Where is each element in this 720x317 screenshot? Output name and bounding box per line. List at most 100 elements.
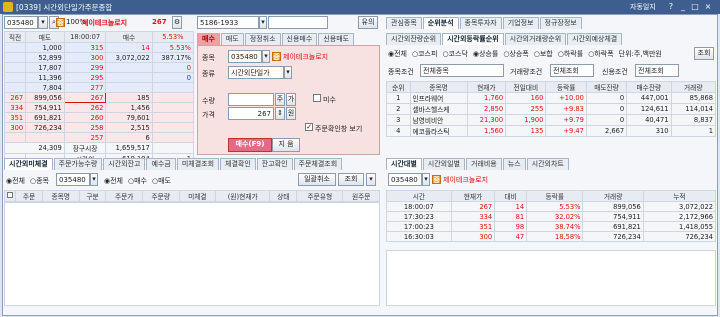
ask-price[interactable]: 299 <box>63 62 107 73</box>
search-button[interactable]: 조회 <box>694 47 714 60</box>
filter-code-dropdown-icon[interactable]: ▾ <box>90 173 98 186</box>
query-next-icon[interactable]: ▾ <box>366 173 376 186</box>
notice-button[interactable]: 유의 <box>358 16 378 29</box>
bid-price[interactable]: 262 <box>63 102 107 113</box>
cond2-select[interactable] <box>550 64 594 77</box>
qty-max-button[interactable]: 가 <box>286 93 296 106</box>
cond1-select[interactable] <box>420 64 504 77</box>
tab-deposit[interactable]: 예수금 <box>146 158 176 170</box>
price-spin[interactable]: ⇕ <box>275 107 285 120</box>
qty-input[interactable] <box>228 93 274 106</box>
table-row[interactable]: 16:30:03 300 47 18.58% 726,234 726,234 <box>386 231 717 242</box>
table-row[interactable]: 18:00:07 267 14 5.53% 899,056 3,072,022 <box>386 201 717 212</box>
type-dropdown-icon[interactable]: ▾ <box>284 66 292 79</box>
ask-price[interactable]: 315 <box>63 42 107 53</box>
help-icon[interactable]: ? <box>666 2 676 11</box>
ask-price[interactable]: 277 <box>63 82 107 93</box>
subtab-expected[interactable]: 시간외예상체결 <box>567 33 623 45</box>
cancel-all-button[interactable]: 일괄취소 <box>298 173 336 186</box>
account-input[interactable] <box>197 16 259 29</box>
tab-fill-check[interactable]: 체결확인 <box>220 158 256 170</box>
tab-sell[interactable]: 매도 <box>220 33 244 45</box>
order-code-input[interactable] <box>228 50 262 63</box>
table-row[interactable]: 17:30:23 334 81 32.02% 754,911 2,172,966 <box>386 211 717 222</box>
filter-flat[interactable]: ○보합 <box>534 49 553 59</box>
select-all-checkbox[interactable] <box>7 192 13 198</box>
cond3-select[interactable] <box>635 64 679 77</box>
time-code-input[interactable] <box>388 173 422 186</box>
filter-kosdaq[interactable]: ○코스닥 <box>442 49 467 59</box>
radio2-buy[interactable]: ○매수 <box>128 176 147 186</box>
col-order-price: 주문가 <box>105 190 143 202</box>
table-row[interactable]: 17:00:23 351 98 38.74% 691,821 1,418,055 <box>386 221 717 232</box>
title-bar: [0339] 시간외단일가주문종합 자동일지 ? _ □ × <box>0 0 720 14</box>
order-type-select[interactable] <box>228 66 284 79</box>
tab-credit-sell[interactable]: 신용매도 <box>318 33 355 45</box>
tab-balance-check[interactable]: 잔고확인 <box>256 158 293 170</box>
code-dropdown-icon[interactable]: ▾ <box>38 16 48 29</box>
tab-watchlist[interactable]: 관심종목 <box>386 17 422 29</box>
ranking-table: 순위 종목명 현재가 전일대비 등락률 매도잔량 매수잔량 거래량 1 인프라웨어… <box>386 81 717 137</box>
tab-buy[interactable]: 매수 <box>197 33 220 45</box>
tab-credit-buy[interactable]: 신용매수 <box>281 33 318 45</box>
gear-icon[interactable]: ⚙ <box>172 16 182 29</box>
tab-unfilled-query[interactable]: 미체결조회 <box>176 158 220 170</box>
radio2-sell[interactable]: ○매도 <box>152 176 171 186</box>
clear-button[interactable]: 지 움 <box>272 138 300 152</box>
tab-company[interactable]: 기업정보 <box>502 17 539 29</box>
filter-rise-amount[interactable]: ○상승폭 <box>503 49 528 59</box>
minimize-icon[interactable]: _ <box>678 2 688 11</box>
subtab-volume[interactable]: 시간외거래량순위 <box>504 33 567 45</box>
tab-news[interactable]: 뉴스 <box>502 158 526 170</box>
bid-price[interactable]: 257 <box>63 132 107 143</box>
autosave-button[interactable]: 자동일지 <box>630 2 656 12</box>
subtab-change[interactable]: 시간외등락률순위 <box>442 33 504 45</box>
bid-price[interactable]: 260 <box>63 112 107 123</box>
subtab-remain[interactable]: 시간외잔량순위 <box>386 33 442 45</box>
tab-cost[interactable]: 거래비용 <box>465 158 502 170</box>
bid-price[interactable]: 258 <box>63 122 107 133</box>
misu-checkbox[interactable] <box>313 94 321 102</box>
bid-qty: 2,515 <box>105 122 153 133</box>
maximize-icon[interactable]: □ <box>690 2 700 11</box>
tab-investor[interactable]: 종목투자자 <box>459 17 502 29</box>
table-row[interactable]: 4 에코플라스틱 1,560 135 +9.47 2,667 310 1 <box>386 125 717 137</box>
confirm-checkbox[interactable]: ✓ <box>305 123 313 131</box>
tab-regular[interactable]: 정규장정보 <box>539 17 582 29</box>
ask-price[interactable]: 300 <box>63 52 107 63</box>
order-code-dropdown-icon[interactable]: ▾ <box>262 50 270 63</box>
bid-price[interactable]: 267 <box>63 92 107 103</box>
stock-code-input[interactable] <box>4 16 38 29</box>
tab-daily[interactable]: 시간외일별 <box>422 158 465 170</box>
ask-qty: 1,000 <box>25 42 65 53</box>
close-icon[interactable]: × <box>703 2 713 11</box>
tab-orderable[interactable]: 주문가능수량 <box>53 158 103 170</box>
ask-price[interactable]: 295 <box>63 72 107 83</box>
filter-fall-amount[interactable]: ○하락폭 <box>588 49 613 59</box>
time-code-dropdown-icon[interactable]: ▾ <box>422 173 430 186</box>
table-row[interactable]: 2 셀바스헬스케 2,850 255 +9.83 0 124,611 114,014 <box>386 103 717 115</box>
buy-button[interactable]: 매수(F9) <box>228 138 272 152</box>
tab-balance[interactable]: 시간외잔고 <box>103 158 146 170</box>
filter-code-input[interactable] <box>56 173 90 186</box>
filter-kospi[interactable]: ○코스피 <box>412 49 437 59</box>
query-button[interactable]: 조회 <box>338 173 364 186</box>
radio-stock[interactable]: ○종목 <box>30 176 49 186</box>
price-input[interactable] <box>228 107 274 120</box>
filter-fall-rate[interactable]: ○하락률 <box>558 49 583 59</box>
tab-modify[interactable]: 정정취소 <box>244 33 281 45</box>
tab-order-fill-query[interactable]: 주문체결조회 <box>293 158 343 170</box>
tab-chart[interactable]: 시간외차트 <box>526 158 569 170</box>
filter-all[interactable]: ◉전체 <box>388 49 407 59</box>
table-row[interactable]: 3 남영비비안 21,300 1,900 +9.79 0 40,471 8,837 <box>386 114 717 126</box>
filter-rise-rate[interactable]: ◉상승률 <box>473 49 498 59</box>
table-row[interactable]: 1 인프라웨어 1,760 160 +10.00 0 447,001 85,868 <box>386 92 717 104</box>
type-label: 종류 <box>202 70 215 78</box>
tab-unfilled[interactable]: 시간외미체결 <box>4 158 53 170</box>
radio2-all[interactable]: ◉전체 <box>104 176 123 186</box>
tab-time[interactable]: 시간대별 <box>386 158 422 170</box>
radio-all[interactable]: ◉전체 <box>6 176 25 186</box>
account-dropdown-icon[interactable]: ▾ <box>259 16 267 29</box>
password-input[interactable] <box>268 16 328 29</box>
tab-ranking[interactable]: 순위분석 <box>422 17 459 29</box>
